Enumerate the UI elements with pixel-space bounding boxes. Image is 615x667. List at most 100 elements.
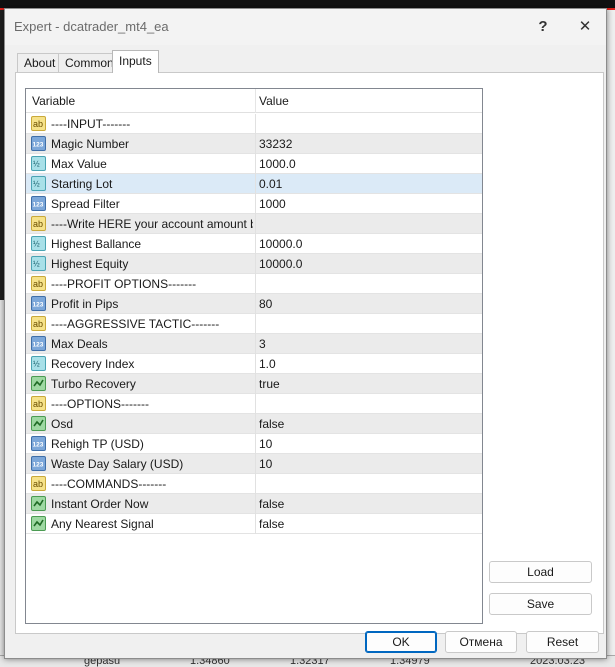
svg-text:ab: ab bbox=[33, 319, 43, 329]
input-row[interactable]: ab ----PROFIT OPTIONS------- bbox=[26, 274, 482, 294]
cell-divider bbox=[255, 154, 256, 174]
input-row[interactable]: 123 Profit in Pips 80 bbox=[26, 294, 482, 314]
svg-text:123: 123 bbox=[33, 302, 44, 309]
variable-name: ----COMMANDS------- bbox=[51, 477, 167, 491]
input-row[interactable]: 123 Spread Filter 1000 bbox=[26, 194, 482, 214]
title-bar[interactable]: Expert - dcatrader_mt4_ea ? ✕ bbox=[5, 9, 606, 45]
variable-value[interactable]: false bbox=[259, 497, 284, 511]
svg-text:123: 123 bbox=[33, 202, 44, 209]
input-row[interactable]: ½ Recovery Index 1.0 bbox=[26, 354, 482, 374]
tab-about[interactable]: About bbox=[17, 53, 63, 72]
boolean-type-icon bbox=[31, 376, 46, 391]
variable-value[interactable]: 1000.0 bbox=[259, 157, 296, 171]
variable-value[interactable]: 1.0 bbox=[259, 357, 276, 371]
variable-name: ----INPUT------- bbox=[51, 117, 131, 131]
variable-name: Instant Order Now bbox=[51, 497, 149, 511]
input-row[interactable]: ab ----AGGRESSIVE TACTIC------- bbox=[26, 314, 482, 334]
svg-text:ab: ab bbox=[33, 119, 43, 129]
svg-text:½: ½ bbox=[33, 260, 40, 269]
integer-type-icon: 123 bbox=[31, 296, 46, 311]
variable-value[interactable]: 10 bbox=[259, 437, 272, 451]
cell-divider bbox=[255, 474, 256, 494]
input-row[interactable]: Osd false bbox=[26, 414, 482, 434]
input-row[interactable]: 123 Rehigh TP (USD) 10 bbox=[26, 434, 482, 454]
input-row[interactable]: ½ Highest Equity 10000.0 bbox=[26, 254, 482, 274]
svg-text:ab: ab bbox=[33, 399, 43, 409]
integer-type-icon: 123 bbox=[31, 196, 46, 211]
variable-name: Max Deals bbox=[51, 337, 108, 351]
variable-name: Highest Equity bbox=[51, 257, 129, 271]
cell-divider bbox=[255, 454, 256, 474]
svg-text:ab: ab bbox=[33, 279, 43, 289]
input-row[interactable]: 123 Magic Number 33232 bbox=[26, 134, 482, 154]
variable-value[interactable]: 10 bbox=[259, 457, 272, 471]
close-button[interactable]: ✕ bbox=[573, 15, 597, 39]
cancel-button[interactable]: Отмена bbox=[445, 631, 517, 653]
input-row[interactable]: Instant Order Now false bbox=[26, 494, 482, 514]
string-type-icon: ab bbox=[31, 396, 46, 411]
string-type-icon: ab bbox=[31, 216, 46, 231]
string-type-icon: ab bbox=[31, 316, 46, 331]
save-button[interactable]: Save bbox=[489, 593, 592, 615]
double-type-icon: ½ bbox=[31, 156, 46, 171]
column-separator[interactable] bbox=[255, 89, 256, 113]
variable-value[interactable]: 33232 bbox=[259, 137, 292, 151]
variable-value[interactable]: 0.01 bbox=[259, 177, 282, 191]
input-row[interactable]: ab ----INPUT------- bbox=[26, 114, 482, 134]
variable-value[interactable]: 10000.0 bbox=[259, 237, 302, 251]
grid-header: Variable Value bbox=[26, 89, 482, 113]
input-row[interactable]: 123 Waste Day Salary (USD) 10 bbox=[26, 454, 482, 474]
integer-type-icon: 123 bbox=[31, 456, 46, 471]
variable-value[interactable]: true bbox=[259, 377, 280, 391]
input-row[interactable]: ab ----COMMANDS------- bbox=[26, 474, 482, 494]
variable-name: ----Write HERE your account amount bef..… bbox=[51, 217, 253, 231]
input-row[interactable]: ab ----Write HERE your account amount bef… bbox=[26, 214, 482, 234]
svg-text:123: 123 bbox=[33, 462, 44, 469]
help-button[interactable]: ? bbox=[531, 15, 555, 39]
cell-divider bbox=[255, 514, 256, 534]
variable-value[interactable]: 80 bbox=[259, 297, 272, 311]
input-row[interactable]: ½ Highest Ballance 10000.0 bbox=[26, 234, 482, 254]
variable-value[interactable]: false bbox=[259, 417, 284, 431]
input-row[interactable]: 123 Max Deals 3 bbox=[26, 334, 482, 354]
svg-text:½: ½ bbox=[33, 160, 40, 169]
load-button[interactable]: Load bbox=[489, 561, 592, 583]
input-row[interactable]: Turbo Recovery true bbox=[26, 374, 482, 394]
tab-inputs[interactable]: Inputs bbox=[112, 50, 159, 73]
inputs-grid[interactable]: Variable Value ab ----INPUT------- 123 Magi… bbox=[25, 88, 483, 624]
grid-rows: ab ----INPUT------- 123 Magic Number 33232 ½ M… bbox=[26, 114, 482, 534]
cell-divider bbox=[255, 174, 256, 194]
cell-divider bbox=[255, 214, 256, 234]
column-header-value[interactable]: Value bbox=[259, 94, 289, 108]
cell-divider bbox=[255, 434, 256, 454]
cell-divider bbox=[255, 494, 256, 514]
variable-name: Osd bbox=[51, 417, 74, 431]
variable-value[interactable]: false bbox=[259, 517, 284, 531]
ok-button[interactable]: OK bbox=[365, 631, 437, 653]
svg-text:½: ½ bbox=[33, 180, 40, 189]
window-title: Expert - dcatrader_mt4_ea bbox=[14, 19, 169, 34]
input-row[interactable]: Any Nearest Signal false bbox=[26, 514, 482, 534]
input-row[interactable]: ½ Max Value 1000.0 bbox=[26, 154, 482, 174]
svg-text:123: 123 bbox=[33, 142, 44, 149]
input-row[interactable]: ab ----OPTIONS------- bbox=[26, 394, 482, 414]
cell-divider bbox=[255, 194, 256, 214]
cell-divider bbox=[255, 234, 256, 254]
input-row[interactable]: ½ Starting Lot 0.01 bbox=[26, 174, 482, 194]
variable-name: Turbo Recovery bbox=[51, 377, 136, 391]
boolean-type-icon bbox=[31, 516, 46, 531]
variable-name: Spread Filter bbox=[51, 197, 120, 211]
variable-name: ----OPTIONS------- bbox=[51, 397, 149, 411]
reset-button[interactable]: Reset bbox=[526, 631, 599, 653]
cell-divider bbox=[255, 334, 256, 354]
column-header-variable[interactable]: Variable bbox=[32, 94, 75, 108]
svg-text:½: ½ bbox=[33, 360, 40, 369]
svg-text:ab: ab bbox=[33, 479, 43, 489]
variable-value[interactable]: 3 bbox=[259, 337, 266, 351]
svg-text:123: 123 bbox=[33, 342, 44, 349]
variable-value[interactable]: 10000.0 bbox=[259, 257, 302, 271]
variable-value[interactable]: 1000 bbox=[259, 197, 286, 211]
boolean-type-icon bbox=[31, 416, 46, 431]
string-type-icon: ab bbox=[31, 116, 46, 131]
terminal-right-edge bbox=[607, 10, 615, 667]
